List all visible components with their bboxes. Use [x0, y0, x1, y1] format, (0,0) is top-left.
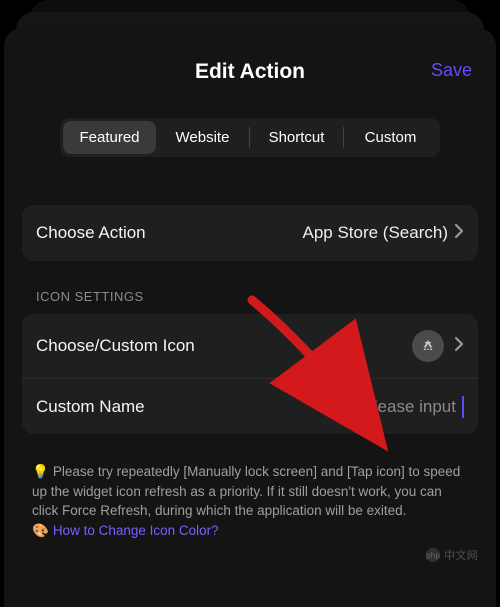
choose-icon-label: Choose/Custom Icon [36, 336, 195, 356]
watermark-text: 中文网 [444, 547, 478, 563]
tip-text-block: 💡Please try repeatedly [Manually lock sc… [22, 462, 478, 540]
custom-name-label: Custom Name [36, 397, 145, 417]
sheet-header: Edit Action Save [22, 60, 478, 84]
text-cursor [462, 396, 464, 418]
sheet-title: Edit Action [195, 60, 305, 84]
segment-shortcut[interactable]: Shortcut [250, 121, 343, 154]
icon-settings-header: ICON SETTINGS [36, 289, 478, 304]
edit-action-sheet: Edit Action Save Featured Website Shortc… [4, 28, 496, 607]
segment-website[interactable]: Website [156, 121, 249, 154]
custom-name-input[interactable]: Please input [362, 397, 456, 417]
bulb-icon: 💡 [32, 462, 49, 482]
chevron-right-icon [454, 336, 464, 357]
choose-action-value: App Store (Search) [302, 223, 448, 243]
segment-custom[interactable]: Custom [344, 121, 437, 154]
action-type-segmented-control[interactable]: Featured Website Shortcut Custom [60, 118, 440, 157]
save-button[interactable]: Save [431, 60, 472, 81]
choose-action-cell[interactable]: Choose Action App Store (Search) [22, 205, 478, 261]
php-logo-icon: php [426, 548, 440, 562]
palette-icon: 🎨 [32, 521, 49, 541]
change-icon-color-link[interactable]: How to Change Icon Color? [53, 523, 219, 538]
choose-icon-cell[interactable]: Choose/Custom Icon [22, 314, 478, 378]
icon-settings-group: Choose/Custom Icon Custom Name Please in… [22, 314, 478, 434]
tip-body: Please try repeatedly [Manually lock scr… [32, 464, 460, 518]
choose-action-label: Choose Action [36, 223, 146, 243]
chevron-right-icon [454, 223, 464, 244]
custom-name-cell[interactable]: Custom Name Please input [22, 378, 478, 434]
choose-action-group: Choose Action App Store (Search) [22, 205, 478, 261]
app-store-icon [412, 330, 444, 362]
watermark: php 中文网 [426, 547, 478, 563]
segment-featured[interactable]: Featured [63, 121, 156, 154]
